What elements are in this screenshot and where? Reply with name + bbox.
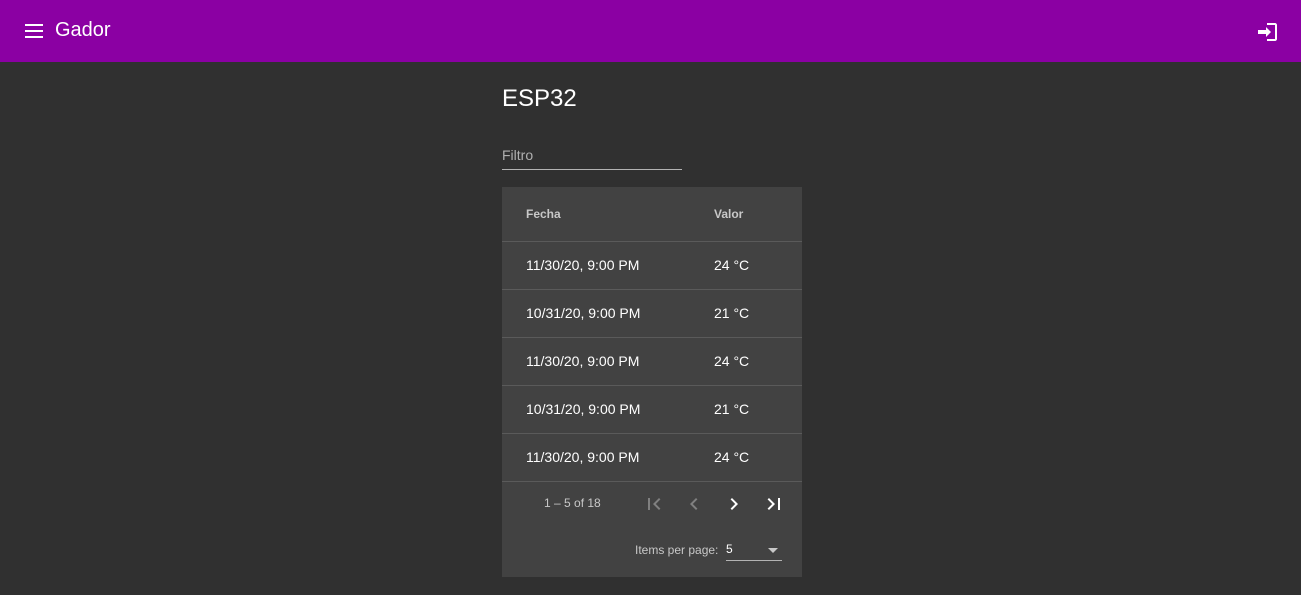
cell-fecha: 11/30/20, 9:00 PM bbox=[526, 353, 640, 369]
table-header-row: Fecha Valor bbox=[502, 187, 802, 242]
paginator-range-label: 1 – 5 of 18 bbox=[544, 496, 601, 510]
cell-valor: 21 °C bbox=[714, 305, 750, 321]
last-page-icon bbox=[767, 498, 780, 510]
top-toolbar: Gador bbox=[0, 0, 1301, 62]
cell-fecha: 11/30/20, 9:00 PM bbox=[526, 257, 640, 273]
login-icon bbox=[1258, 23, 1277, 41]
filter-input[interactable] bbox=[502, 142, 682, 168]
items-per-page-label: Items per page: bbox=[635, 543, 719, 557]
cell-valor: 24 °C bbox=[714, 353, 750, 369]
chevron-left-icon bbox=[690, 498, 698, 510]
previous-page-button[interactable] bbox=[682, 492, 706, 516]
table-row: 11/30/20, 9:00 PM 24 °C bbox=[502, 338, 802, 386]
app-title: Gador bbox=[55, 19, 111, 41]
items-per-page-select[interactable]: 5 bbox=[726, 540, 782, 561]
data-table: Fecha Valor 11/30/20, 9:00 PM 24 °C 10/3… bbox=[502, 187, 802, 577]
filter-field[interactable] bbox=[502, 142, 682, 170]
chevron-right-icon bbox=[730, 498, 738, 510]
menu-icon bbox=[25, 24, 43, 38]
table-row: 11/30/20, 9:00 PM 24 °C bbox=[502, 434, 802, 482]
dropdown-arrow-icon bbox=[768, 548, 778, 553]
cell-fecha: 10/31/20, 9:00 PM bbox=[526, 401, 641, 417]
menu-button[interactable] bbox=[24, 21, 46, 41]
column-header-valor[interactable]: Valor bbox=[714, 207, 743, 221]
first-page-button[interactable] bbox=[642, 492, 666, 516]
last-page-button[interactable] bbox=[762, 492, 786, 516]
cell-fecha: 11/30/20, 9:00 PM bbox=[526, 449, 640, 465]
first-page-icon bbox=[648, 498, 661, 510]
items-per-page-value: 5 bbox=[726, 542, 733, 556]
table-row: 11/30/20, 9:00 PM 24 °C bbox=[502, 242, 802, 290]
cell-fecha: 10/31/20, 9:00 PM bbox=[526, 305, 641, 321]
cell-valor: 21 °C bbox=[714, 401, 750, 417]
page-title: ESP32 bbox=[502, 85, 577, 112]
next-page-button[interactable] bbox=[722, 492, 746, 516]
login-button[interactable] bbox=[1256, 20, 1280, 44]
cell-valor: 24 °C bbox=[714, 449, 750, 465]
column-header-fecha[interactable]: Fecha bbox=[526, 207, 561, 221]
table-row: 10/31/20, 9:00 PM 21 °C bbox=[502, 290, 802, 338]
table-row: 10/31/20, 9:00 PM 21 °C bbox=[502, 386, 802, 434]
cell-valor: 24 °C bbox=[714, 257, 750, 273]
